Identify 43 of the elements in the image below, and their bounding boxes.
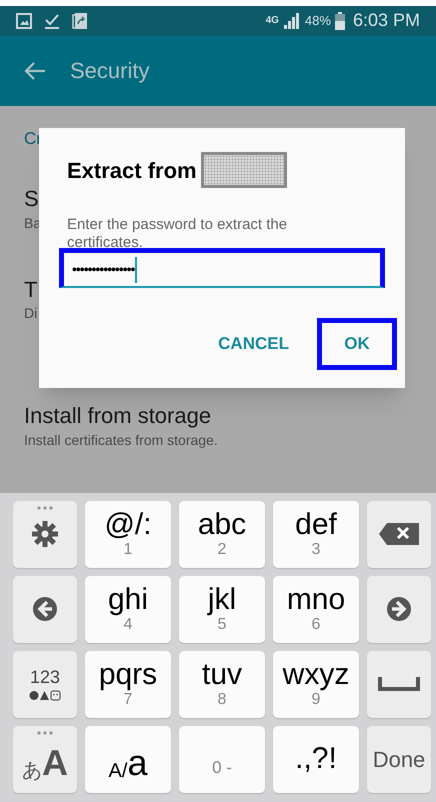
setting-title[interactable]: Install from storage <box>24 402 412 430</box>
signal-icon <box>282 12 301 29</box>
space-icon <box>378 677 420 692</box>
keyboard-key[interactable]: @/: 1 <box>85 500 171 568</box>
keyboard-key[interactable] <box>13 500 77 568</box>
keyboard-key[interactable]: pqrs 7 <box>85 650 171 718</box>
app-bar-title: Security <box>70 57 150 86</box>
checkmark-icon <box>44 12 60 29</box>
keyboard-key[interactable] <box>367 576 431 643</box>
keyboard-key[interactable]: mno 6 <box>273 576 359 643</box>
keyboard-key[interactable] <box>367 650 431 718</box>
battery-percent: 48% <box>304 12 331 30</box>
keyboard-key[interactable]: ghi 4 <box>85 576 171 643</box>
image-icon <box>16 12 32 29</box>
back-arrow-icon[interactable] <box>24 62 46 80</box>
keyboard-key[interactable]: 123 <box>13 650 77 718</box>
battery-icon <box>334 12 345 30</box>
network-type: 4G <box>266 16 279 26</box>
setting-subtitle: Di <box>24 304 38 324</box>
numbers-mode-label: 123 <box>30 668 60 686</box>
settings-icon <box>32 521 58 548</box>
keyboard-key[interactable]: Done <box>367 726 431 793</box>
dialog-button[interactable]: CANCEL <box>202 318 305 370</box>
keyboard-key[interactable]: def 3 <box>273 500 359 568</box>
clock-time: 6:03 PM <box>352 9 420 32</box>
keyboard-key[interactable] <box>13 576 77 643</box>
dialog-button[interactable]: OK <box>317 318 397 370</box>
more-dots-icon <box>37 506 53 510</box>
keyboard-key[interactable]: jkl 5 <box>179 576 265 643</box>
setting-subtitle: Install certificates from storage. <box>24 430 219 450</box>
dialog-title: Extract from <box>67 156 197 184</box>
share-card-icon <box>72 12 88 30</box>
keyboard-key[interactable]: wxyz 9 <box>273 650 359 718</box>
keyboard-key[interactable]: tuv 8 <box>179 650 265 718</box>
keyboard-key[interactable]: abc 2 <box>179 500 265 568</box>
backspace-icon <box>379 523 419 546</box>
more-dots-icon <box>37 730 53 735</box>
keyboard-key[interactable]: A/a <box>85 726 171 793</box>
symbols-emoji-icon <box>29 690 61 701</box>
keyboard-key[interactable]: あA <box>13 726 77 793</box>
keyboard-key[interactable]: .,?! <box>273 726 359 793</box>
password-field[interactable]: •••••••••••••••• <box>59 248 385 288</box>
keyboard-key[interactable] <box>367 500 431 568</box>
